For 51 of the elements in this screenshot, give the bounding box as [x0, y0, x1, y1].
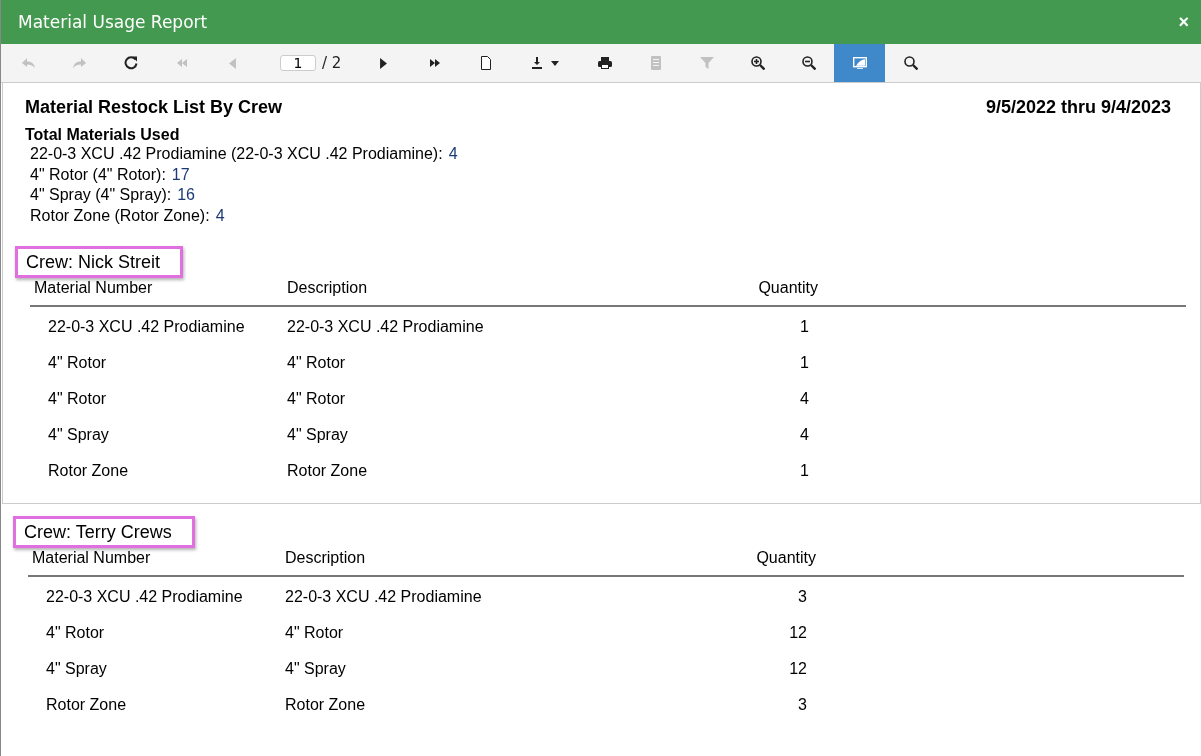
table-cell-text: 22-0-3 XCU .42 Prodiamine [287, 318, 485, 336]
date-range: 9/5/2022 thru 9/4/2023 [985, 97, 1171, 118]
table-cell-text: 1 [799, 354, 809, 372]
table-cell-text: 22-0-3 XCU .42 Prodiamine [285, 588, 483, 606]
page-number-field[interactable]: 1 [280, 55, 316, 71]
total-label: 4" Spray (4" Spray): [30, 186, 172, 203]
table-cell-text: Rotor Zone [285, 696, 367, 714]
table-cell-text: 4 [799, 426, 809, 444]
table-cell-text: 4" Spray [285, 660, 347, 678]
table-cell-text: Rotor Zone [48, 462, 130, 480]
table-cell-text: Rotor Zone [46, 696, 128, 714]
table-cell-text: 22-0-3 XCU .42 Prodiamine [46, 588, 244, 606]
total-label: 4" Rotor (4" Rotor): [30, 165, 166, 183]
crew-heading: Crew: Terry Crews [13, 516, 195, 548]
close-button[interactable]: × [1174, 11, 1193, 33]
table-cell-text: 1 [799, 318, 809, 336]
table-cell-text: 4" Rotor [287, 354, 347, 372]
display-button[interactable] [834, 44, 886, 82]
column-header: Material Number [34, 279, 154, 297]
table-cell-text: 4" Spray [287, 426, 349, 444]
window-title: Material Usage Report [18, 12, 208, 32]
totals-heading: Total Materials Used [25, 126, 181, 144]
table-cell-text: 3 [797, 588, 807, 606]
table-cell-text: 4" Spray [46, 660, 108, 678]
report-title: Material Restock List By Crew [25, 97, 283, 118]
table-cell-text: 12 [788, 624, 807, 642]
table-cell-text: 4" Rotor [285, 624, 345, 642]
column-header: Quantity [757, 279, 818, 297]
table-cell-text: 4" Rotor [48, 354, 108, 372]
table-cell-text: Rotor Zone [287, 462, 369, 480]
column-header: Description [287, 279, 369, 297]
table-cell-text: 4" Rotor [46, 624, 106, 642]
column-header: Material Number [32, 549, 152, 567]
total-value: 17 [171, 165, 190, 183]
total-value: 16 [177, 186, 195, 203]
column-header: Description [285, 549, 367, 567]
total-label: 22-0-3 XCU .42 Prodiamine (22-0-3 XCU .42 Prodiamine): [30, 145, 443, 162]
table-cell-text: 3 [797, 696, 807, 714]
table-cell-text: 22-0-3 XCU .42 Prodiamine [48, 318, 246, 336]
column-header: Quantity [755, 549, 816, 567]
page-total: / 2 [322, 54, 342, 72]
total-value: 4 [448, 145, 458, 162]
total-label: Rotor Zone (Rotor Zone): [30, 206, 210, 224]
table-cell-text: 4 [799, 390, 809, 408]
table-cell-text: 4" Rotor [48, 390, 108, 408]
crew-heading: Crew: Nick Streit [15, 246, 183, 278]
table-cell-text: 12 [788, 660, 807, 678]
total-value: 4 [215, 206, 225, 224]
table-cell-text: 4" Spray [48, 426, 110, 444]
table-cell-text: 4" Rotor [287, 390, 347, 408]
table-cell-text: 1 [799, 462, 809, 480]
